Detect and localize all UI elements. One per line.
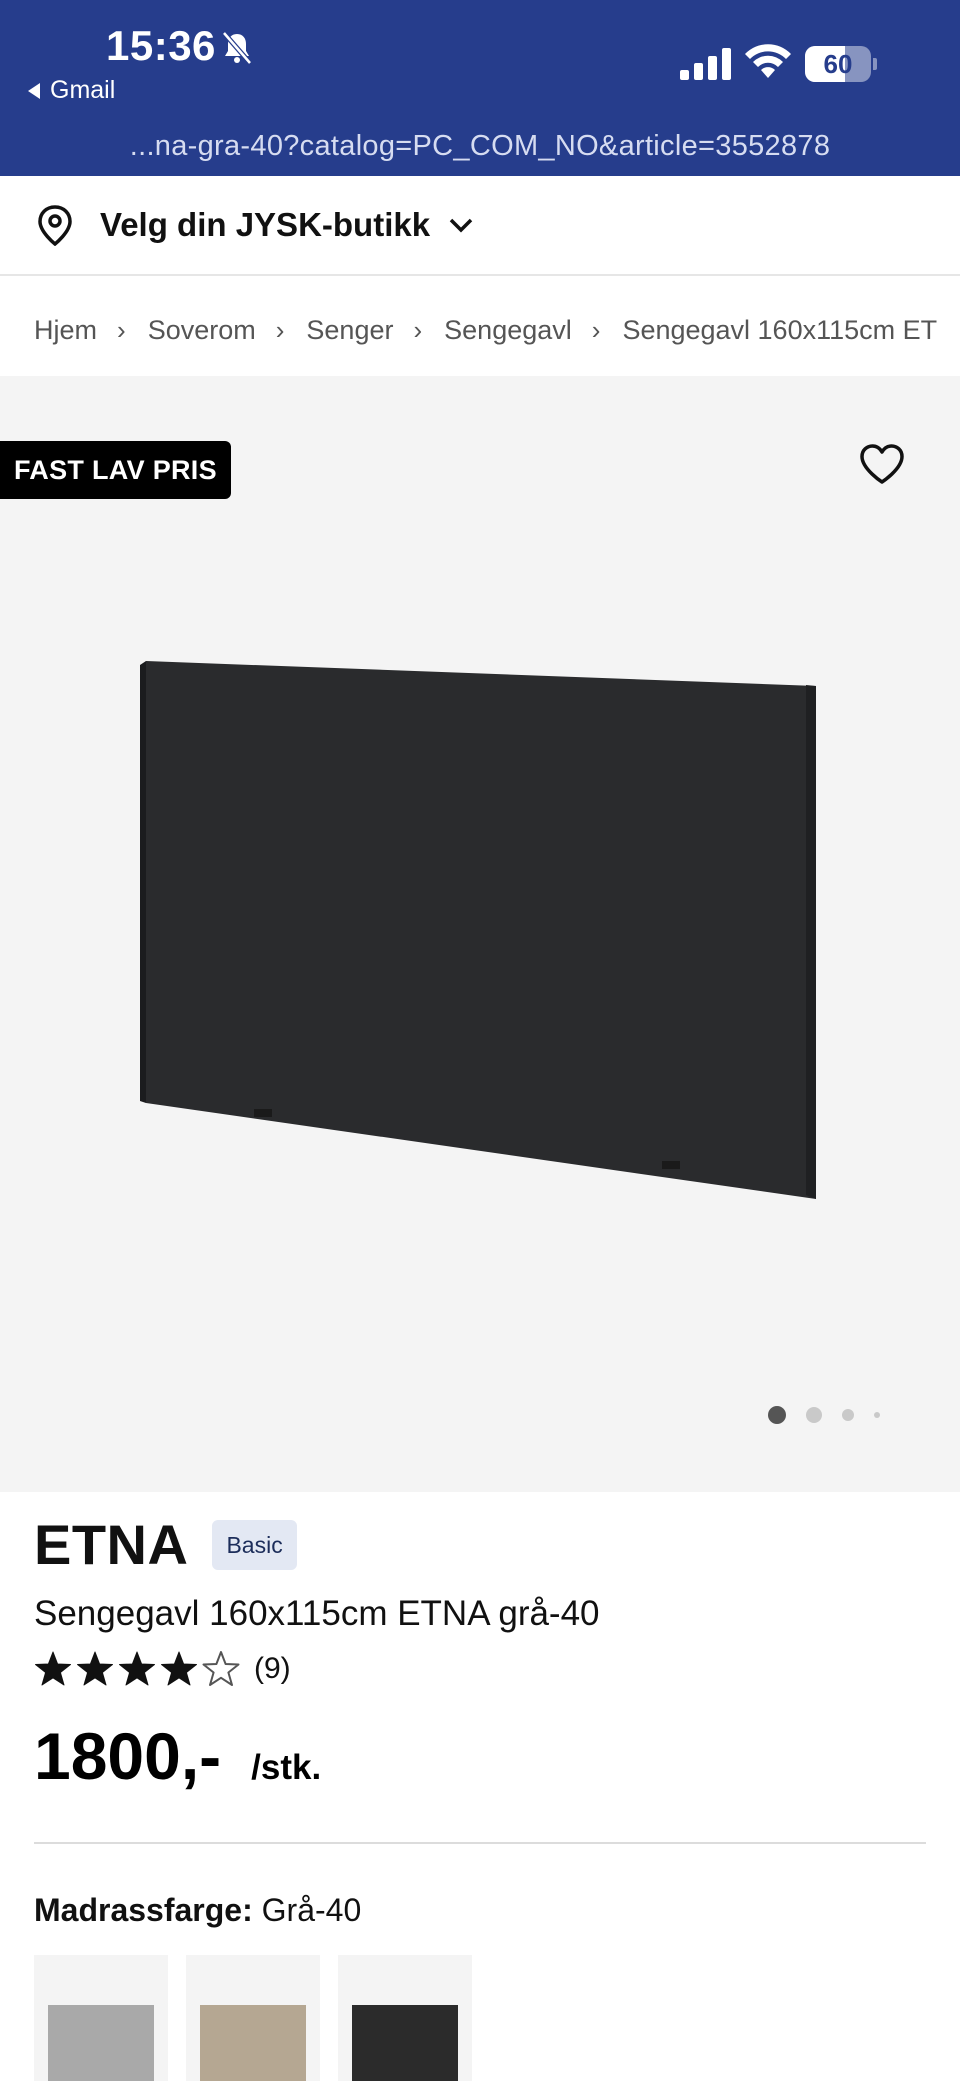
price-row: 1800,- /stk. <box>34 1718 321 1794</box>
divider <box>34 1842 926 1844</box>
tier-badge: Basic <box>212 1519 297 1570</box>
gallery-dot[interactable] <box>806 1407 822 1423</box>
wifi-icon <box>745 44 791 78</box>
status-time: 15:36 <box>106 22 216 69</box>
back-to-app-link[interactable]: Gmail <box>28 76 115 105</box>
gallery-dot[interactable] <box>768 1406 786 1424</box>
price-unit: /stk. <box>251 1748 322 1787</box>
cellular-signal-icon <box>680 48 731 80</box>
browser-header: 15:36 Gmail 60 ...na-gra-40?catalog=PC_C… <box>0 0 960 176</box>
location-pin-icon <box>38 205 72 246</box>
breadcrumb-item-hjem[interactable]: Hjem <box>34 315 97 346</box>
store-selector-label: Velg din JYSK-butikk <box>100 206 431 243</box>
breadcrumb-item-soverom[interactable]: Soverom <box>148 315 256 346</box>
color-swatches <box>34 1955 472 2081</box>
product-brand: ETNA <box>34 1513 189 1576</box>
gallery-pagination[interactable] <box>768 1406 880 1424</box>
breadcrumb-chevron-icon: › <box>275 314 285 345</box>
back-app-label: Gmail <box>50 76 116 104</box>
color-option-title: Madrassfarge: <box>34 1892 253 1928</box>
product-price: 1800,- <box>34 1719 222 1793</box>
swatch-light-grey[interactable] <box>34 1955 168 2081</box>
color-option-label: Madrassfarge: Grå-40 <box>34 1892 361 1929</box>
product-rating[interactable]: (9) <box>34 1650 291 1688</box>
review-count: (9) <box>254 1652 291 1685</box>
swatch-beige[interactable] <box>186 1955 320 2081</box>
swatch-image <box>48 2005 154 2081</box>
star-filled-icon <box>35 1651 71 1686</box>
star-filled-icon <box>119 1651 155 1686</box>
price-badge: FAST LAV PRIS <box>0 441 231 499</box>
gallery-dot[interactable] <box>874 1412 880 1418</box>
breadcrumb-chevron-icon: › <box>413 314 423 345</box>
bell-muted-icon <box>222 31 252 65</box>
brand-row: ETNA Basic <box>34 1512 297 1577</box>
heart-icon[interactable] <box>858 442 906 486</box>
breadcrumb-item-senger[interactable]: Senger <box>306 315 393 346</box>
battery-indicator: 60 <box>805 46 877 82</box>
breadcrumb-item-sengegavl[interactable]: Sengegavl <box>444 315 572 346</box>
battery-percent: 60 <box>823 49 853 79</box>
rating-stars <box>34 1650 240 1688</box>
breadcrumb: Hjem › Soverom › Senger › Sengegavl › Se… <box>34 310 960 350</box>
swatch-image <box>200 2005 306 2081</box>
star-filled-icon <box>77 1651 113 1686</box>
product-title: Sengegavl 160x115cm ETNA grå-40 <box>34 1594 600 1633</box>
breadcrumb-chevron-icon: › <box>591 314 601 345</box>
store-selector[interactable]: Velg din JYSK-butikk <box>0 176 960 276</box>
back-arrow-icon <box>28 82 40 99</box>
address-bar-url[interactable]: ...na-gra-40?catalog=PC_COM_NO&article=3… <box>0 130 960 163</box>
swatch-dark-grey[interactable] <box>338 1955 472 2081</box>
star-empty-icon <box>202 1651 240 1686</box>
breadcrumb-item-current: Sengegavl 160x115cm ET <box>622 314 938 345</box>
product-image-gallery[interactable]: FAST LAV PRIS <box>0 376 960 1492</box>
breadcrumb-chevron-icon: › <box>117 314 126 345</box>
gallery-dot[interactable] <box>842 1409 854 1421</box>
star-filled-icon <box>161 1651 197 1686</box>
swatch-image <box>352 2005 458 2081</box>
chevron-down-icon <box>449 218 473 233</box>
product-image <box>140 661 816 1199</box>
color-option-value: Grå-40 <box>261 1892 362 1928</box>
